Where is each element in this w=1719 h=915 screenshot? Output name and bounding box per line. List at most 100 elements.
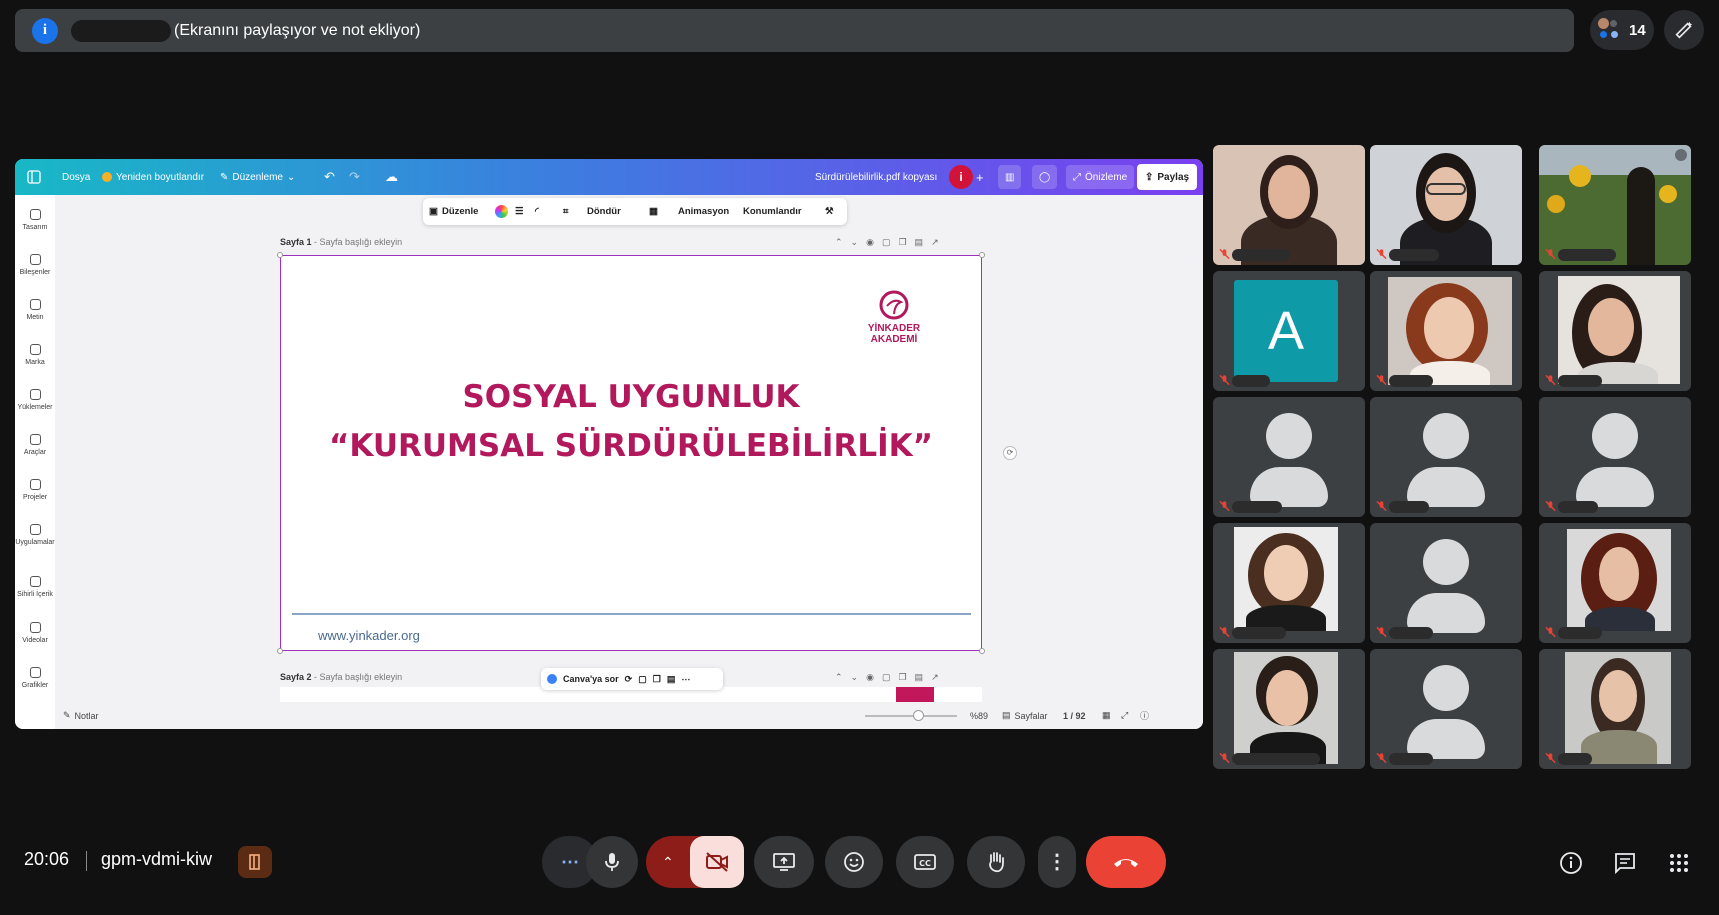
duplicate-icon[interactable]: ❐	[898, 237, 906, 248]
sidebar-item-tools[interactable]: Araçlar	[15, 434, 55, 456]
zoom-slider[interactable]	[865, 702, 957, 729]
participant-tile[interactable]	[1370, 271, 1522, 391]
redacted-name	[1232, 249, 1290, 261]
slide-divider	[292, 613, 971, 615]
participant-tile[interactable]: A	[1213, 271, 1365, 391]
redacted-name	[1389, 627, 1433, 639]
participant-tile[interactable]	[1370, 397, 1522, 517]
breakout-room-button[interactable]	[238, 846, 272, 878]
trash-icon[interactable]: ▤	[667, 674, 676, 685]
participant-tile[interactable]	[1539, 145, 1691, 265]
paint-roller-icon[interactable]: ⚒	[825, 198, 834, 225]
sidebar-item-charts[interactable]: Grafikler	[15, 667, 55, 689]
participant-tile[interactable]	[1213, 397, 1365, 517]
editing-mode-dropdown[interactable]: ✎ Düzenleme ⌄	[220, 159, 295, 195]
fullscreen-icon[interactable]: ⤢	[1121, 702, 1128, 729]
participant-tile[interactable]	[1213, 649, 1365, 769]
captions-button[interactable]: CC	[896, 836, 954, 888]
add-page-icon[interactable]: ↗	[931, 672, 939, 683]
microphone-button[interactable]	[586, 836, 638, 888]
page2-label[interactable]: Sayfa 2 - Sayfa başlığı ekleyin	[280, 672, 402, 682]
participant-tile[interactable]	[1213, 145, 1365, 265]
chat-button[interactable]	[1607, 846, 1643, 880]
page1-label[interactable]: Sayfa 1 - Sayfa başlığı ekleyin	[280, 237, 402, 247]
pin-icon[interactable]	[1675, 149, 1687, 161]
sidebar-item-magic[interactable]: Sihirli İçerik	[15, 576, 55, 598]
participants-button[interactable]: 14	[1590, 10, 1654, 50]
document-title[interactable]: Sürdürülebilirlik.pdf kopyası	[815, 159, 937, 195]
notes-button[interactable]: ✎ Notlar	[63, 702, 99, 729]
camera-toggle-button[interactable]	[690, 836, 744, 888]
reactions-button[interactable]	[825, 836, 883, 888]
comment-button[interactable]: ◯	[1032, 165, 1058, 189]
duplicate-icon[interactable]: ❐	[898, 672, 906, 683]
participant-tile[interactable]	[1539, 397, 1691, 517]
more-icon[interactable]: ⋯	[681, 674, 690, 685]
canva-assistant-icon[interactable]	[547, 674, 557, 684]
meeting-details-button[interactable]	[1553, 846, 1589, 880]
undo-icon[interactable]: ↶	[324, 159, 335, 195]
trash-icon[interactable]: ▤	[915, 237, 924, 248]
participant-tile[interactable]	[1539, 649, 1691, 769]
pages-button[interactable]: ▤ Sayfalar	[1002, 702, 1048, 729]
trash-icon[interactable]: ▤	[915, 672, 924, 683]
lock-icon[interactable]: ▢	[882, 672, 891, 683]
lock-icon[interactable]: ▢	[882, 237, 891, 248]
activities-button[interactable]	[1661, 846, 1697, 880]
more-actions-button[interactable]: ⋮	[1038, 836, 1076, 888]
analytics-button[interactable]: ▥	[998, 165, 1022, 189]
add-collaborator-icon[interactable]: +	[976, 159, 984, 195]
eye-icon[interactable]: ◉	[866, 672, 874, 683]
sidebar-item-videos[interactable]: Videolar	[15, 622, 55, 644]
resize-button[interactable]: Yeniden boyutlandır	[102, 159, 204, 195]
grid-view-icon[interactable]: ▦	[1102, 702, 1111, 729]
sidebar-item-uploads[interactable]: Yüklemeler	[15, 389, 55, 411]
color-wheel-icon[interactable]	[495, 198, 508, 225]
chevron-down-icon[interactable]: ⌄	[851, 237, 859, 248]
annotate-button[interactable]	[1664, 10, 1704, 50]
zoom-level[interactable]: %89	[970, 702, 988, 729]
preview-button[interactable]: ⤢ Önizleme	[1066, 165, 1135, 189]
present-screen-button[interactable]	[754, 836, 814, 888]
file-menu[interactable]: Dosya	[62, 159, 90, 195]
user-avatar-badge[interactable]: i	[949, 165, 973, 189]
redo-icon[interactable]: ↷	[349, 159, 360, 195]
sidebar-item-text[interactable]: Metin	[15, 299, 55, 321]
share-button[interactable]: ⇪ Paylaş	[1137, 164, 1198, 190]
sidebar-item-apps[interactable]: Uygulamalar	[15, 524, 55, 546]
curve-icon[interactable]: ◜	[535, 198, 539, 225]
position-button[interactable]: Konumlandır	[743, 198, 802, 225]
refresh-icon[interactable]: ⟳	[625, 674, 633, 685]
eye-icon[interactable]: ◉	[866, 237, 874, 248]
duplicate-icon[interactable]: ❐	[653, 674, 661, 685]
animation-button[interactable]: Animasyon	[678, 198, 729, 225]
ask-canva-button[interactable]: Canva'ya sor	[563, 674, 619, 684]
sidebar-toggle-icon[interactable]	[27, 159, 41, 195]
edit-image-button[interactable]: ▣ Düzenle	[429, 198, 478, 225]
sidebar-item-projects[interactable]: Projeler	[15, 479, 55, 501]
chevron-down-icon[interactable]: ⌄	[851, 672, 859, 683]
refresh-icon[interactable]: ⟳	[1003, 446, 1017, 460]
leave-call-button[interactable]	[1086, 836, 1166, 888]
raise-hand-button[interactable]	[967, 836, 1025, 888]
participant-tile[interactable]	[1370, 145, 1522, 265]
help-icon[interactable]: ⓘ	[1140, 702, 1149, 729]
add-page-icon[interactable]: ↗	[931, 237, 939, 248]
lock-icon[interactable]: ▢	[638, 674, 647, 685]
crop-icon[interactable]: ⌗	[563, 198, 568, 225]
participant-tile[interactable]	[1370, 523, 1522, 643]
participant-tile[interactable]	[1213, 523, 1365, 643]
sidebar-item-elements[interactable]: Bileşenler	[15, 254, 55, 276]
line-weight-icon[interactable]: ☰	[515, 198, 524, 225]
sidebar-item-brand[interactable]: Marka	[15, 344, 55, 366]
sidebar-item-design[interactable]: Tasarım	[15, 209, 55, 231]
rotate-button[interactable]: Döndür	[587, 198, 621, 225]
transparency-icon[interactable]: ▦	[649, 198, 658, 225]
participant-tile[interactable]	[1539, 523, 1691, 643]
chevron-up-icon[interactable]: ⌃	[835, 672, 843, 683]
chevron-up-icon[interactable]: ⌃	[835, 237, 843, 248]
slide-page-1[interactable]: YİNKADER AKADEMİ SOSYAL UYGUNLUK “KURUMS…	[280, 255, 982, 651]
participant-tile[interactable]	[1370, 649, 1522, 769]
cloud-save-icon[interactable]: ☁	[385, 159, 398, 195]
participant-tile[interactable]	[1539, 271, 1691, 391]
